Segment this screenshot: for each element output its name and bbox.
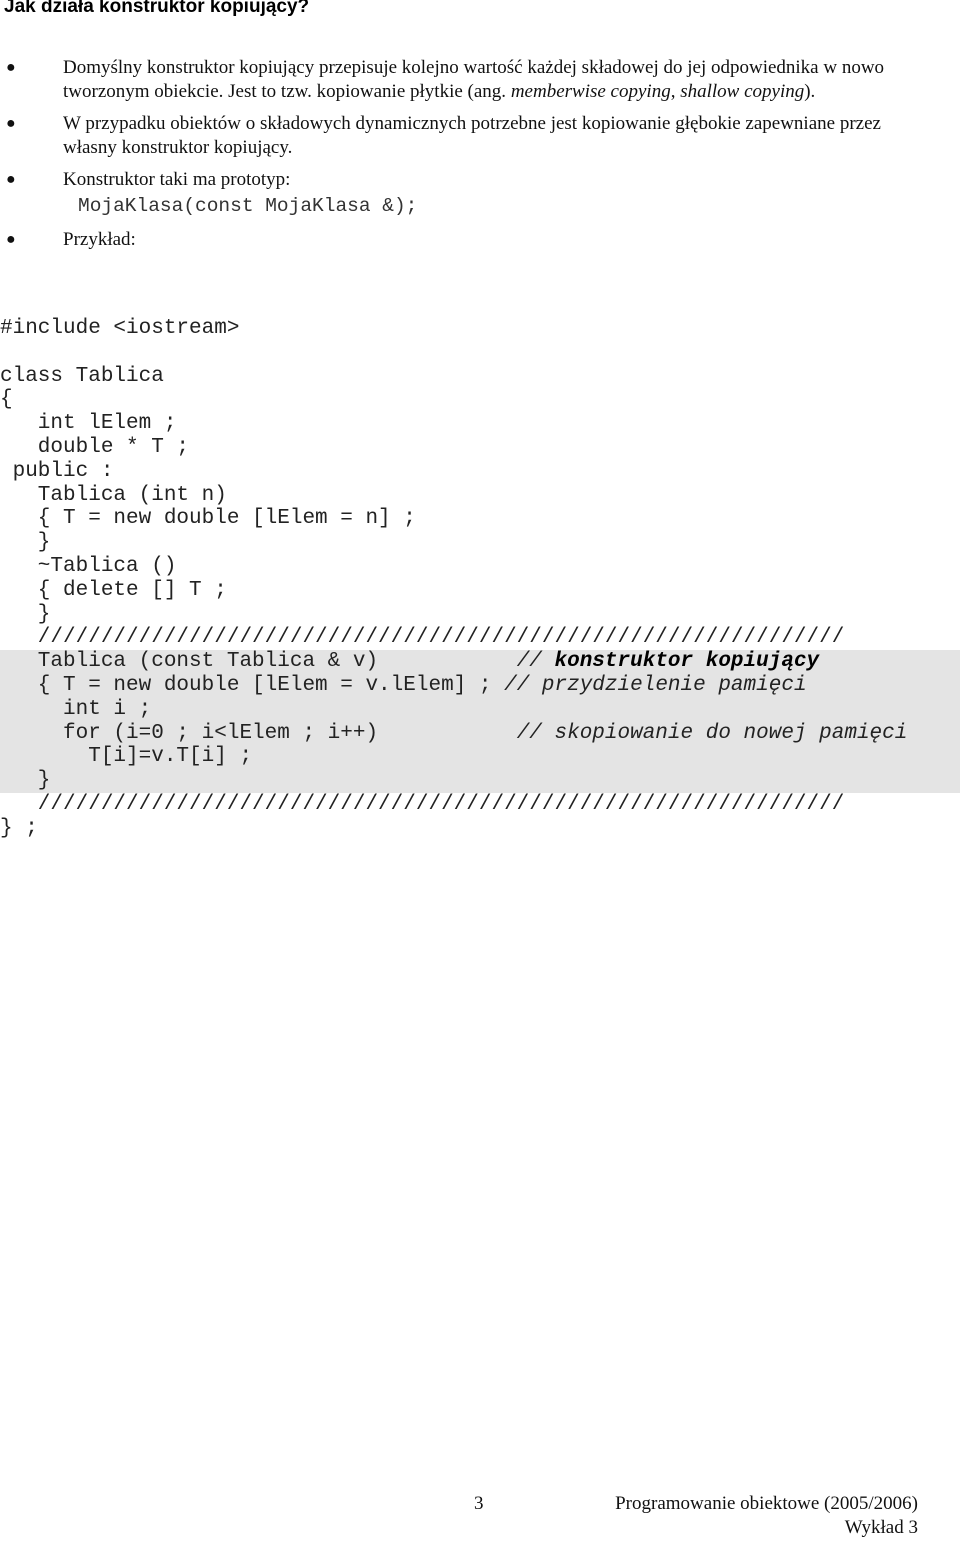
code-comment: // skopiowanie do nowej pamięci bbox=[516, 721, 908, 745]
code-line-highlighted: int i ; bbox=[0, 697, 960, 722]
code-text: #include <iostream> bbox=[0, 317, 240, 340]
code-text: } bbox=[0, 531, 51, 555]
code-text: { T = new double [lElem = n] ; bbox=[0, 507, 416, 531]
bullet-icon: ● bbox=[6, 115, 16, 132]
code-line: } bbox=[0, 531, 960, 555]
code-line-highlighted: } bbox=[0, 769, 960, 793]
code-text: } bbox=[0, 602, 51, 626]
bullet-icon: ● bbox=[6, 171, 16, 188]
code-line: ////////////////////////////////////////… bbox=[0, 793, 960, 817]
code-line-highlighted: { T = new double [lElem = v.lElem] ; // … bbox=[0, 673, 960, 698]
code-line: } ; bbox=[0, 817, 960, 841]
page-title: Jak działa konstruktor kopiujący? bbox=[4, 0, 310, 17]
code-line: { bbox=[0, 388, 960, 412]
code-text: { bbox=[0, 388, 13, 412]
code-text: int i ; bbox=[0, 697, 152, 721]
code-text: for (i=0 ; i<lElem ; i++) bbox=[0, 721, 517, 745]
bullet-text: Konstruktor taki ma prototyp: bbox=[63, 169, 291, 190]
code-comment: // przydzielenie pamięci bbox=[504, 673, 807, 697]
code-text: ////////////////////////////////////////… bbox=[0, 792, 845, 816]
code-text: } ; bbox=[0, 816, 38, 840]
lecture-label: Wykład 3 bbox=[844, 1517, 918, 1538]
bullet-icon: ● bbox=[6, 231, 16, 248]
code-text: { T = new double [lElem = v.lElem] ; bbox=[0, 673, 505, 697]
code-line: #include <iostream> bbox=[0, 317, 960, 341]
code-listing: #include <iostream> class Tablica{ int lE… bbox=[0, 317, 960, 841]
code-line: public : bbox=[0, 460, 960, 484]
course-name: Programowanie obiektowe (2005/2006) bbox=[615, 1493, 918, 1514]
bullet-icon: ● bbox=[6, 59, 16, 76]
code-text: public : bbox=[0, 459, 114, 483]
code-line-highlighted: for (i=0 ; i<lElem ; i++) // skopiowanie… bbox=[0, 721, 960, 746]
code-line: Tablica (int n) bbox=[0, 484, 960, 508]
code-line: ////////////////////////////////////////… bbox=[0, 626, 960, 650]
code-comment-emphasis: konstruktor kopiujący bbox=[554, 650, 820, 674]
code-text: Tablica (int n) bbox=[0, 483, 227, 507]
code-line-highlighted: T[i]=v.T[i] ; bbox=[0, 745, 960, 770]
code-text: } bbox=[0, 769, 51, 793]
code-line-highlighted: Tablica (const Tablica & v) // konstrukt… bbox=[0, 650, 960, 674]
code-text: ~Tablica () bbox=[0, 554, 177, 578]
bullet-item: ● Domyślny konstruktor kopiujący przepis… bbox=[0, 56, 960, 104]
page-number: 3 bbox=[474, 1493, 484, 1514]
code-text: ////////////////////////////////////////… bbox=[0, 626, 845, 650]
bullet-text: Domyślny konstruktor kopiujący przepisuj… bbox=[63, 57, 885, 102]
code-line: int lElem ; bbox=[0, 412, 960, 436]
code-line: { T = new double [lElem = n] ; bbox=[0, 507, 960, 531]
code-line: { delete [] T ; bbox=[0, 579, 960, 603]
code-text: Tablica (const Tablica & v) bbox=[0, 650, 517, 674]
code-line: class Tablica bbox=[0, 365, 960, 389]
code-text: { delete [] T ; bbox=[0, 578, 227, 602]
code-line: ~Tablica () bbox=[0, 555, 960, 579]
bullet-item: ● W przypadku obiektów o składowych dyna… bbox=[0, 112, 960, 160]
bullet-item: ● Konstruktor taki ma prototyp: bbox=[0, 168, 960, 192]
bullet-list: ● Domyślny konstruktor kopiujący przepis… bbox=[0, 56, 960, 260]
bullet-item: ● Przykład: bbox=[0, 228, 960, 252]
code-line: } bbox=[0, 603, 960, 627]
code-text: class Tablica bbox=[0, 364, 164, 388]
code-comment: // bbox=[516, 650, 555, 674]
bullet-text: W przypadku obiektów o składowych dynami… bbox=[63, 113, 881, 158]
bullet-text: Przykład: bbox=[63, 229, 136, 250]
code-text: T[i]=v.T[i] ; bbox=[0, 745, 253, 769]
code-text: double * T ; bbox=[0, 435, 190, 459]
prototype-code: MojaKlasa(const MojaKlasa &); bbox=[78, 195, 418, 217]
code-line: double * T ; bbox=[0, 436, 960, 460]
code-text: int lElem ; bbox=[0, 412, 177, 436]
